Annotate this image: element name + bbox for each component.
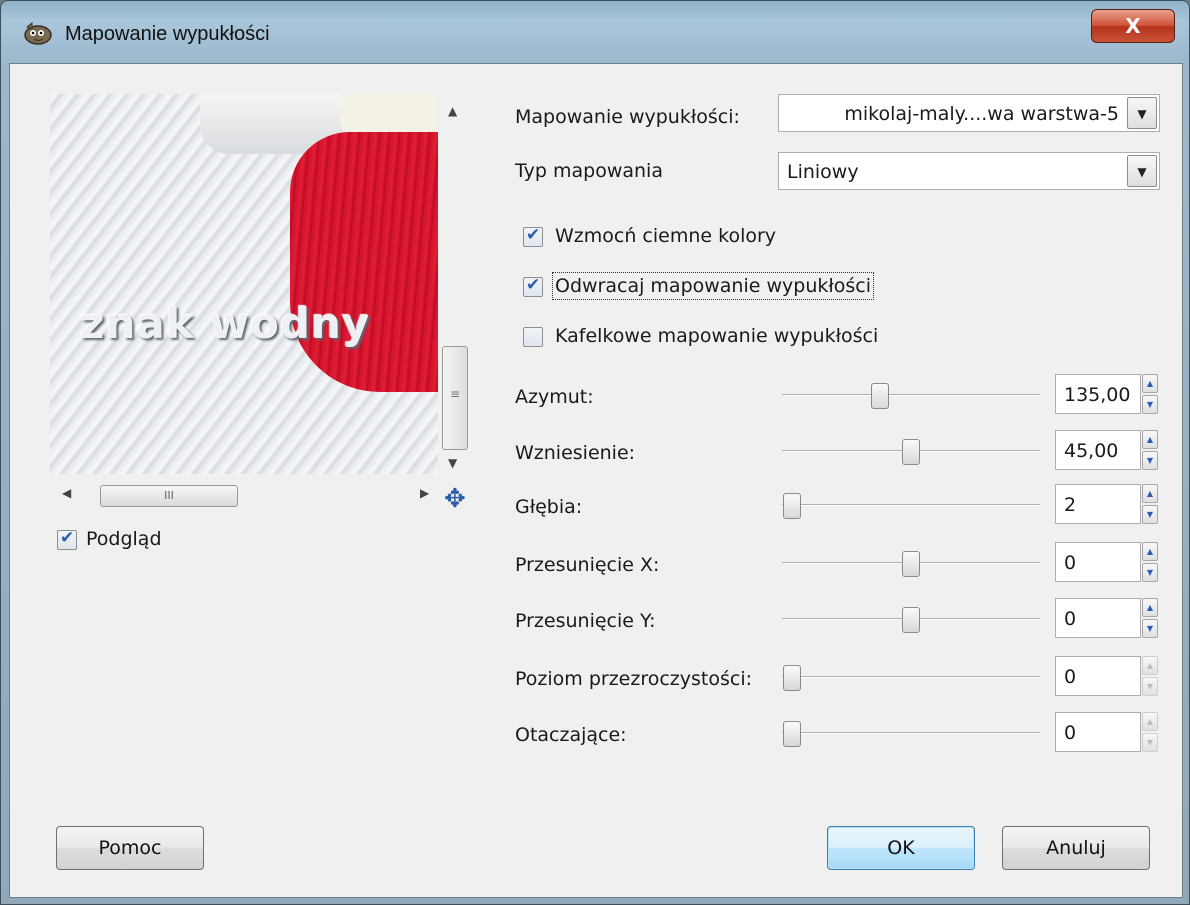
increment-arrow-icon[interactable]: ▲ bbox=[1142, 374, 1158, 393]
ambient-label: Otaczające: bbox=[515, 724, 627, 746]
offset-y-spinbox[interactable]: 0 bbox=[1055, 598, 1141, 638]
tile-bumpmap-label[interactable]: Kafelkowe mapowanie wypukłości bbox=[555, 325, 878, 347]
depth-spinbox[interactable]: 2 bbox=[1055, 484, 1141, 524]
offset-y-label: Przesunięcie Y: bbox=[515, 610, 656, 632]
chevron-down-icon[interactable]: ▼ bbox=[1127, 97, 1157, 129]
bump-map-dropdown[interactable]: mikolaj-maly....wa warstwa-5 ▼ bbox=[778, 94, 1160, 132]
decrement-arrow-icon[interactable]: ▼ bbox=[1142, 563, 1158, 582]
title-bar[interactable]: Mapowanie wypukłości X bbox=[1, 1, 1190, 63]
azimuth-spinbox[interactable]: 135,00 bbox=[1055, 374, 1141, 414]
ambient-spin-buttons[interactable]: ▲ ▼ bbox=[1142, 712, 1158, 752]
help-button[interactable]: Pomoc bbox=[56, 826, 204, 870]
slider-track[interactable] bbox=[782, 732, 1040, 734]
decrement-arrow-icon[interactable]: ▼ bbox=[1142, 395, 1158, 414]
increment-arrow-icon[interactable]: ▲ bbox=[1142, 656, 1158, 675]
offset-y-spin-buttons[interactable]: ▲ ▼ bbox=[1142, 598, 1158, 638]
elevation-value: 45,00 bbox=[1064, 440, 1119, 462]
azimuth-slider[interactable] bbox=[782, 380, 1040, 410]
slider-thumb[interactable] bbox=[783, 493, 802, 519]
compensate-darkening-checkbox[interactable] bbox=[523, 225, 543, 247]
vertical-scroll-thumb[interactable]: ≡ bbox=[442, 346, 468, 450]
slider-thumb[interactable] bbox=[902, 551, 920, 577]
increment-arrow-icon[interactable]: ▲ bbox=[1142, 484, 1158, 503]
offset-x-value: 0 bbox=[1064, 552, 1077, 574]
elevation-label: Wzniesienie: bbox=[515, 442, 636, 464]
close-icon: X bbox=[1125, 14, 1141, 38]
offset-x-spinbox[interactable]: 0 bbox=[1055, 542, 1141, 582]
scroll-up-icon[interactable]: ▲ bbox=[448, 104, 457, 118]
dialog-window: Mapowanie wypukłości X znak wodny ▲ ≡ ▼ … bbox=[0, 0, 1190, 905]
bump-map-value: mikolaj-maly....wa warstwa-5 bbox=[844, 103, 1119, 125]
elevation-spinbox[interactable]: 45,00 bbox=[1055, 430, 1141, 470]
slider-track[interactable] bbox=[782, 394, 1040, 396]
map-type-value: Liniowy bbox=[787, 161, 859, 183]
offset-x-spin-buttons[interactable]: ▲ ▼ bbox=[1142, 542, 1158, 582]
increment-arrow-icon[interactable]: ▲ bbox=[1142, 712, 1158, 731]
preview-red-knit bbox=[290, 132, 438, 392]
increment-arrow-icon[interactable]: ▲ bbox=[1142, 598, 1158, 617]
ambient-slider[interactable] bbox=[782, 718, 1040, 748]
bump-map-label: Mapowanie wypukłości: bbox=[515, 106, 740, 128]
slider-thumb[interactable] bbox=[783, 721, 802, 747]
depth-spin-buttons[interactable]: ▲ ▼ bbox=[1142, 484, 1158, 524]
scroll-left-icon[interactable]: ◀ bbox=[62, 486, 71, 500]
decrement-arrow-icon[interactable]: ▼ bbox=[1142, 619, 1158, 638]
decrement-arrow-icon[interactable]: ▼ bbox=[1142, 733, 1158, 752]
offset-x-label: Przesunięcie X: bbox=[515, 554, 660, 576]
decrement-arrow-icon[interactable]: ▼ bbox=[1142, 505, 1158, 524]
preview-checkbox[interactable] bbox=[57, 528, 77, 550]
slider-thumb[interactable] bbox=[783, 665, 802, 691]
offset-y-value: 0 bbox=[1064, 608, 1077, 630]
preview-horizontal-scrollbar[interactable]: ◀ III ▶ bbox=[50, 484, 440, 508]
preview-vertical-scrollbar[interactable]: ▲ ≡ ▼ bbox=[440, 94, 470, 474]
decrement-arrow-icon[interactable]: ▼ bbox=[1142, 451, 1158, 470]
scroll-down-icon[interactable]: ▼ bbox=[448, 456, 457, 470]
waterlevel-spin-buttons[interactable]: ▲ ▼ bbox=[1142, 656, 1158, 696]
map-type-label: Typ mapowania bbox=[515, 160, 663, 182]
ambient-value: 0 bbox=[1064, 722, 1077, 744]
depth-slider[interactable] bbox=[782, 490, 1040, 520]
ok-button[interactable]: OK bbox=[827, 826, 975, 870]
elevation-spin-buttons[interactable]: ▲ ▼ bbox=[1142, 430, 1158, 470]
scroll-right-icon[interactable]: ▶ bbox=[420, 486, 429, 500]
horizontal-scroll-thumb[interactable]: III bbox=[100, 485, 238, 507]
tile-bumpmap-checkbox[interactable] bbox=[523, 327, 543, 347]
compensate-darkening-label[interactable]: Wzmocń ciemne kolory bbox=[555, 225, 776, 247]
offset-y-slider[interactable] bbox=[782, 604, 1040, 634]
ambient-spinbox[interactable]: 0 bbox=[1055, 712, 1141, 752]
depth-label: Głębia: bbox=[515, 496, 583, 518]
slider-track[interactable] bbox=[782, 504, 1040, 506]
navigate-move-icon[interactable]: ✥ bbox=[444, 486, 466, 512]
offset-x-slider[interactable] bbox=[782, 548, 1040, 578]
map-type-dropdown[interactable]: Liniowy ▼ bbox=[778, 152, 1160, 190]
azimuth-spin-buttons[interactable]: ▲ ▼ bbox=[1142, 374, 1158, 414]
dialog-body: znak wodny ▲ ≡ ▼ ◀ III ▶ ✥ Podgląd Mapow… bbox=[9, 63, 1183, 898]
increment-arrow-icon[interactable]: ▲ bbox=[1142, 542, 1158, 561]
waterlevel-slider[interactable] bbox=[782, 662, 1040, 692]
grip-icon: ≡ bbox=[450, 387, 461, 401]
image-preview[interactable]: znak wodny bbox=[50, 94, 438, 474]
slider-track[interactable] bbox=[782, 676, 1040, 678]
window-title: Mapowanie wypukłości bbox=[65, 23, 270, 45]
elevation-slider[interactable] bbox=[782, 436, 1040, 466]
azimuth-value: 135,00 bbox=[1064, 384, 1131, 406]
depth-value: 2 bbox=[1064, 494, 1077, 516]
preview-checkbox-label[interactable]: Podgląd bbox=[86, 528, 162, 550]
slider-thumb[interactable] bbox=[871, 383, 890, 409]
cancel-button[interactable]: Anuluj bbox=[1002, 826, 1150, 870]
gimp-app-icon bbox=[24, 21, 52, 45]
slider-thumb[interactable] bbox=[902, 439, 920, 465]
invert-bumpmap-label[interactable]: Odwracaj mapowanie wypukłości bbox=[551, 272, 875, 300]
preview-watermark-text: znak wodny bbox=[80, 299, 371, 348]
invert-bumpmap-checkbox[interactable] bbox=[523, 275, 543, 297]
chevron-down-icon[interactable]: ▼ bbox=[1127, 155, 1157, 187]
decrement-arrow-icon[interactable]: ▼ bbox=[1142, 677, 1158, 696]
waterlevel-label: Poziom przezroczystości: bbox=[515, 668, 753, 690]
azimuth-label: Azymut: bbox=[515, 386, 594, 408]
waterlevel-value: 0 bbox=[1064, 666, 1077, 688]
slider-thumb[interactable] bbox=[902, 607, 920, 633]
close-button[interactable]: X bbox=[1091, 9, 1175, 43]
waterlevel-spinbox[interactable]: 0 bbox=[1055, 656, 1141, 696]
increment-arrow-icon[interactable]: ▲ bbox=[1142, 430, 1158, 449]
